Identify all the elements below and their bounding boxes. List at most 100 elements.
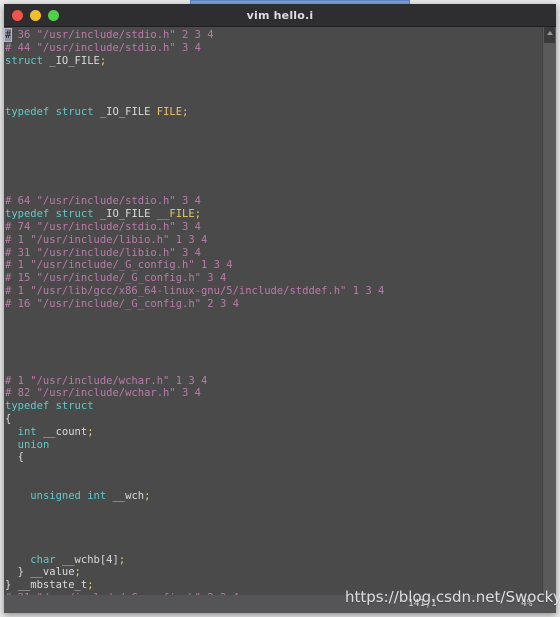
code-line: # 44 "/usr/include/stdio.h" 3 4 [4, 42, 542, 55]
code-token: typedef [5, 208, 50, 221]
minimize-button[interactable] [30, 9, 41, 21]
code-line: # 1 "/usr/include/_G_config.h" 1 3 4 [4, 259, 542, 272]
code-line: unsigned int __wch; [4, 490, 542, 503]
cursor-position-ruler: 141,1 [408, 598, 437, 609]
code-line: # 15 "/usr/include/_G_config.h" 3 4 [4, 272, 542, 285]
code-token: } __mbstate_t [5, 579, 88, 592]
code-token: 1 "/usr/include/_G_config.h" 1 3 4 [11, 259, 233, 272]
window-titlebar[interactable]: vim hello.i [4, 4, 556, 27]
code-token: unsigned int [30, 489, 107, 502]
code-token: ; [194, 208, 202, 221]
code-token: } __value [5, 566, 75, 579]
code-line: # 64 "/usr/include/stdio.h" 3 4 [4, 195, 542, 208]
window-title: vim hello.i [246, 8, 314, 22]
code-line: } __mbstate_t; [4, 579, 542, 592]
code-line: typedef struct [4, 400, 542, 413]
code-line: # 82 "/usr/include/wchar.h" 3 4 [4, 387, 542, 400]
code-line: typedef struct _IO_FILE __FILE; [4, 208, 542, 221]
code-token: 64 "/usr/include/stdio.h" 3 4 [11, 195, 201, 208]
vim-text-area[interactable]: # 36 "/usr/include/stdio.h" 2 3 4 # 44 "/… [4, 27, 542, 595]
code-line: # 1 "/usr/include/libio.h" 1 3 4 [4, 234, 542, 247]
code-line: # 74 "/usr/include/stdio.h" 3 4 [4, 221, 542, 234]
code-line: typedef struct _IO_FILE FILE; [4, 106, 542, 119]
code-token: ; [144, 489, 151, 502]
terminal-window: vim hello.i # 36 "/usr/include/stdio.h" … [4, 4, 556, 613]
code-token: ; [74, 566, 81, 579]
terminal-body: # 36 "/usr/include/stdio.h" 2 3 4 # 44 "/… [4, 27, 556, 595]
code-token: typedef [5, 105, 50, 118]
code-token: _IO_FILE [42, 54, 100, 67]
code-token: 1 "/usr/include/libio.h" 1 3 4 [11, 233, 208, 246]
code-token: __wch [106, 489, 145, 502]
maximize-button[interactable] [48, 9, 59, 21]
code-token: { [5, 451, 24, 464]
code-line: { [4, 451, 542, 464]
vertical-scrollbar[interactable] [542, 27, 556, 595]
code-token: typedef [5, 400, 50, 413]
traffic-light-group [4, 9, 59, 21]
code-token: _IO_FILE [93, 105, 157, 118]
code-token: struct [55, 208, 94, 221]
code-token: ; [118, 553, 126, 566]
code-line: { [4, 413, 542, 426]
code-line: # 16 "/usr/include/_G_config.h" 2 3 4 [4, 298, 542, 311]
code-line: char __wchb[4]; [4, 554, 542, 567]
code-token: ; [87, 425, 94, 438]
code-token: 31 "/usr/include/libio.h" 3 4 [11, 246, 201, 259]
code-token: 15 "/usr/include/_G_config.h" 3 4 [11, 272, 227, 285]
code-token: __wchb[4] [55, 553, 119, 566]
code-token: { [5, 412, 12, 425]
scroll-up-arrow-icon[interactable] [547, 31, 553, 35]
code-token: struct [55, 400, 94, 413]
code-token: 16 "/usr/include/_G_config.h" 2 3 4 [11, 297, 239, 310]
code-line: } __value; [4, 566, 542, 579]
code-token: 1 "/usr/lib/gcc/x86_64-linux-gnu/5/inclu… [11, 284, 385, 297]
code-token: 36 "/usr/include/stdio.h" 2 3 4 [11, 29, 214, 41]
code-line: # 31 "/usr/include/libio.h" 3 4 [4, 247, 542, 260]
code-token: struct [55, 105, 94, 118]
code-line: int __count; [4, 426, 542, 439]
code-token: char [30, 553, 56, 566]
code-token: ; [99, 54, 107, 67]
code-token: 82 "/usr/include/wchar.h" 3 4 [11, 387, 201, 400]
code-token: FILE [156, 105, 183, 118]
code-token: struct [5, 54, 43, 67]
code-token: 1 "/usr/include/wchar.h" 1 3 4 [11, 374, 208, 387]
scrollbar-thumb[interactable] [544, 27, 555, 43]
code-line: # 1 "/usr/include/wchar.h" 1 3 4 [4, 375, 542, 388]
code-token: union [17, 438, 50, 451]
code-token: _IO_FILE [93, 208, 157, 221]
code-token: __FILE [156, 208, 195, 221]
code-line: # 1 "/usr/lib/gcc/x86_64-linux-gnu/5/inc… [4, 285, 542, 298]
scroll-percent-indicator: 4% [521, 598, 533, 609]
code-line: union [4, 439, 542, 452]
code-line: struct _IO_FILE; [4, 55, 542, 68]
code-token: __count [36, 425, 88, 438]
close-button[interactable] [12, 9, 23, 21]
code-token: 44 "/usr/include/stdio.h" 3 4 [11, 41, 201, 54]
code-token: ; [182, 105, 189, 118]
code-token: int [17, 425, 37, 438]
vim-status-bar: 141,1 4% [4, 595, 556, 613]
